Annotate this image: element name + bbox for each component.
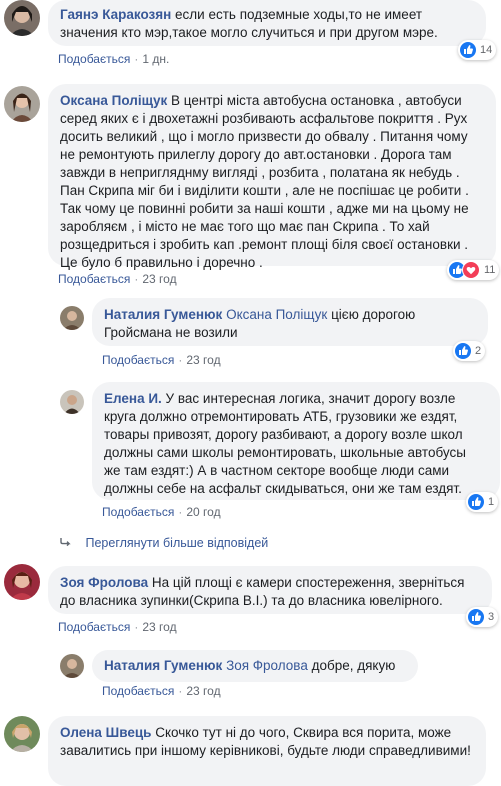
comment-time[interactable]: 1 дн. [142, 52, 169, 66]
comment-author[interactable]: Наталия Гуменюк [104, 658, 222, 673]
thumbs-up-icon [468, 609, 484, 625]
avatar[interactable] [4, 0, 40, 36]
comment-author[interactable]: Гаянэ Каракозян [60, 7, 171, 22]
thumbs-up-icon [455, 343, 471, 359]
comment-meta: Подобається · 23 год [102, 684, 221, 698]
mention-link[interactable]: Оксана Поліщук [226, 307, 327, 322]
comment-bubble: Зоя Фролова На цій площі є камери спосте… [48, 566, 492, 614]
reply-bubble: Наталия Гуменюк Оксана Поліщук цією доро… [92, 298, 488, 346]
mention-link[interactable]: Зоя Фролова [226, 658, 308, 673]
comment-meta: Подобається · 23 год [58, 620, 177, 634]
avatar[interactable] [4, 716, 40, 752]
comment-time[interactable]: 23 год [142, 620, 176, 634]
avatar[interactable] [4, 86, 40, 122]
comment-text: В центрі міста автобусна остановка , авт… [60, 93, 469, 270]
avatar[interactable] [60, 390, 84, 414]
thumbs-up-icon [460, 42, 476, 58]
like-link[interactable]: Подобається [102, 684, 174, 698]
comment-time[interactable]: 20 год [186, 505, 220, 519]
heart-icon [462, 261, 480, 279]
reply-arrow-icon [60, 536, 74, 550]
comment-text: У вас интересная логика, значит дорогу в… [104, 391, 466, 496]
comment-author[interactable]: Олена Швець [60, 725, 151, 740]
like-link[interactable]: Подобається [58, 620, 130, 634]
comment-author[interactable]: Елена И. [104, 391, 162, 406]
comment-meta: Подобається · 20 год [102, 505, 221, 519]
reactions-count[interactable]: 11 [447, 260, 500, 280]
comment-author[interactable]: Оксана Поліщук [60, 93, 167, 108]
comment-bubble: Олена Швець Скочко тут ні до чого, Сквир… [48, 716, 486, 786]
reactions-count[interactable]: 3 [466, 607, 499, 627]
like-link[interactable]: Подобається [58, 52, 130, 66]
reactions-count[interactable]: 14 [458, 40, 497, 60]
comment-bubble: Оксана Поліщук В центрі міста автобусна … [48, 84, 496, 270]
comment-time[interactable]: 23 год [186, 684, 220, 698]
thumbs-up-icon [468, 494, 484, 510]
like-link[interactable]: Подобається [102, 505, 174, 519]
comment-time[interactable]: 23 год [186, 353, 220, 367]
reply-bubble: Наталия Гуменюк Зоя Фролова добре, дякую [92, 650, 418, 682]
comment-meta: Подобається · 1 дн. [58, 52, 170, 66]
comment-time[interactable]: 23 год [142, 272, 176, 286]
avatar[interactable] [60, 306, 84, 330]
comment-meta: Подобається · 23 год [102, 353, 221, 367]
avatar[interactable] [60, 654, 84, 678]
reactions-count[interactable]: 1 [466, 492, 499, 512]
comment-author[interactable]: Зоя Фролова [60, 575, 148, 590]
reply-bubble: Елена И. У вас интересная логика, значит… [92, 382, 500, 500]
like-link[interactable]: Подобається [58, 272, 130, 286]
avatar[interactable] [4, 564, 40, 600]
reactions-count[interactable]: 2 [453, 341, 486, 361]
comment-bubble: Гаянэ Каракозян если есть подземные ходы… [48, 0, 486, 46]
comment-meta: Подобається · 23 год [58, 272, 177, 286]
view-more-replies-link[interactable]: Переглянути більше відповідей [60, 536, 268, 550]
comment-text: добре, дякую [311, 658, 396, 673]
comment-author[interactable]: Наталия Гуменюк [104, 307, 222, 322]
like-link[interactable]: Подобається [102, 353, 174, 367]
